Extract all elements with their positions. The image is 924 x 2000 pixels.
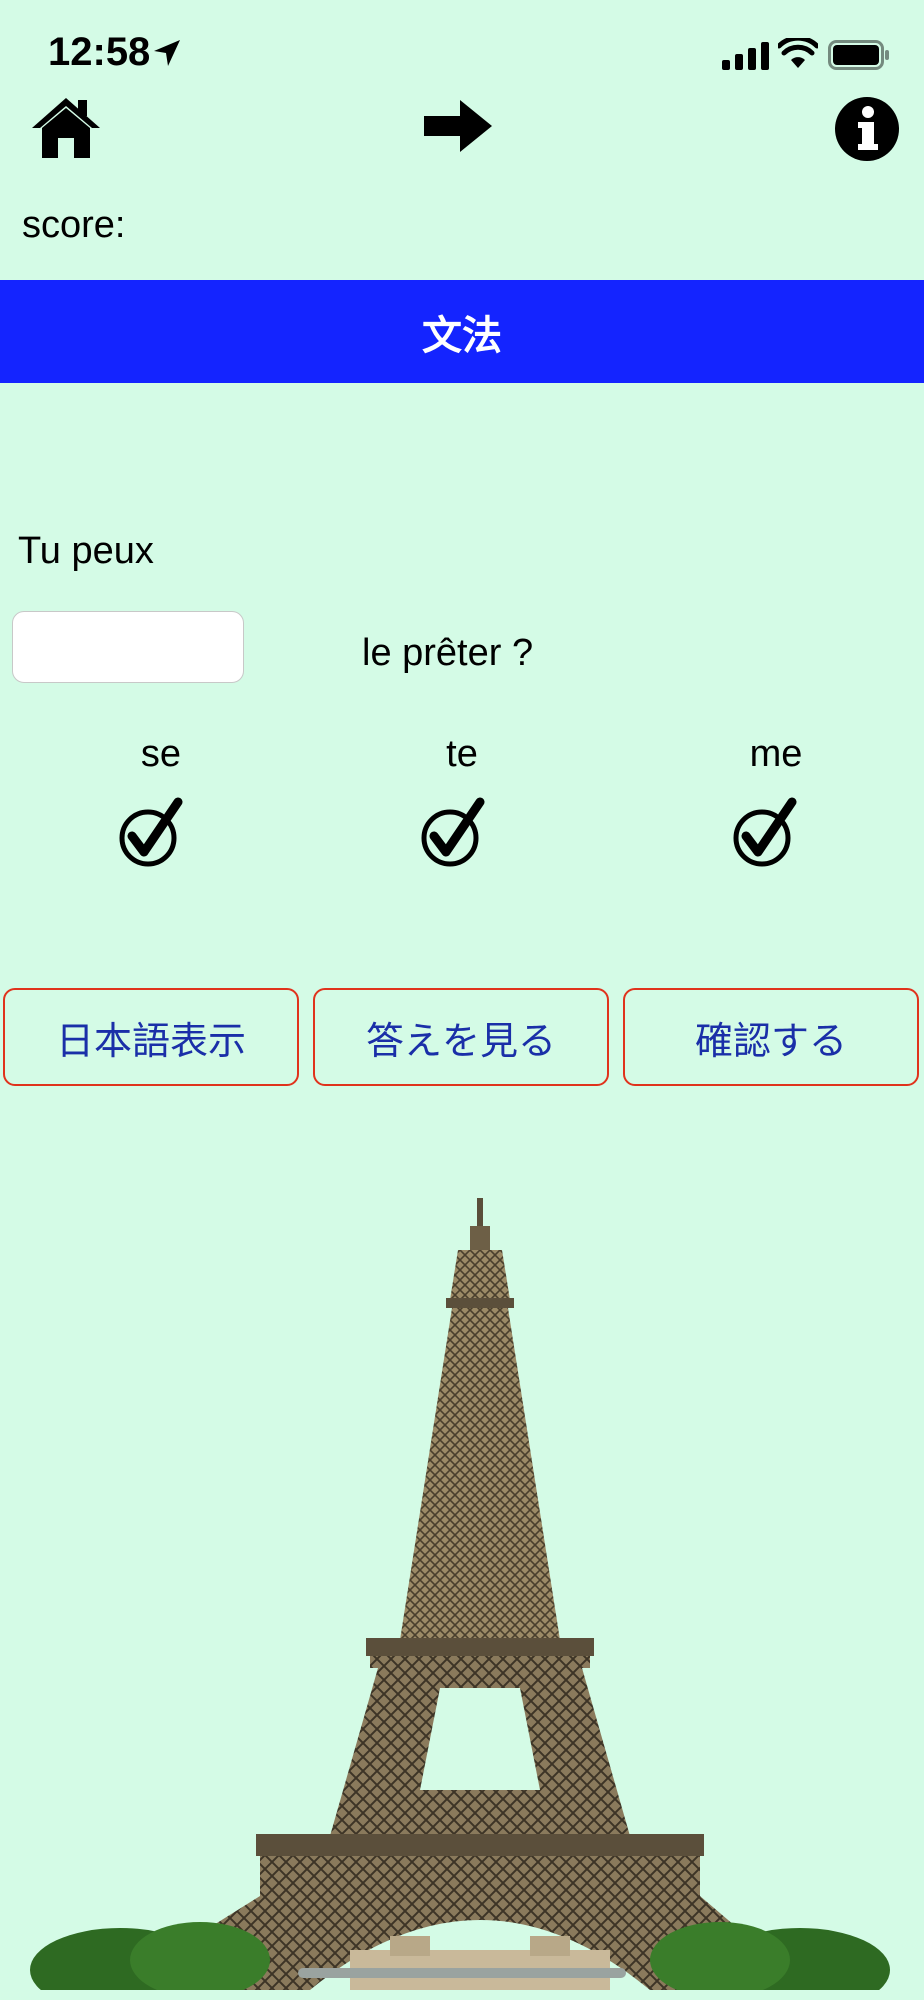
wifi-icon [778,38,818,68]
battery-icon [828,40,889,70]
info-icon [835,97,899,161]
next-button[interactable] [424,98,494,154]
home-button[interactable] [30,96,102,160]
location-arrow-icon [154,40,180,66]
section-title-banner: 文法 [0,280,924,383]
section-title: 文法 [422,312,502,359]
signal-icon [722,42,769,70]
question-text-start: Tu peux [18,530,154,572]
choice-check-te[interactable] [420,796,488,868]
show-answer-button[interactable]: 答えを見る [313,988,609,1086]
status-time: 12:58 [48,30,151,74]
eiffel-tower-image [30,1198,890,1990]
info-button[interactable] [834,96,900,162]
home-indicator[interactable] [298,1968,626,1978]
answer-input[interactable] [12,611,244,683]
arrow-right-icon [424,100,492,152]
choice-label-me: me [749,733,803,775]
confirm-button[interactable]: 確認する [623,988,919,1086]
home-icon [32,98,100,158]
choice-label-te: te [446,733,478,775]
show-japanese-button[interactable]: 日本語表示 [3,988,299,1086]
choice-check-se[interactable] [118,796,186,868]
choice-check-me[interactable] [732,796,800,868]
check-circle-icon [119,797,183,867]
score-label: score: [22,204,126,246]
check-circle-icon [421,797,485,867]
question-text-end: le prêter ? [362,632,534,674]
choice-label-se: se [140,733,182,775]
check-circle-icon [733,797,797,867]
